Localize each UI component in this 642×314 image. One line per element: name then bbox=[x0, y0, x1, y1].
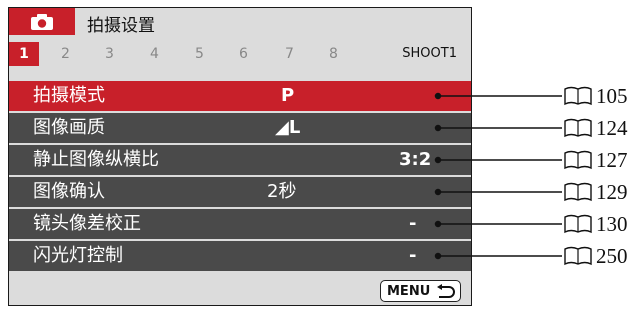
callout-dot bbox=[434, 188, 442, 196]
book-icon bbox=[564, 118, 592, 138]
page-ref-number: 129 bbox=[596, 179, 628, 204]
book-icon bbox=[564, 214, 592, 234]
page-ref-number: 124 bbox=[596, 115, 628, 140]
book-icon bbox=[564, 246, 592, 266]
callout-dot bbox=[434, 252, 442, 260]
callout-lines bbox=[434, 92, 562, 260]
page-ref-129[interactable]: 129 bbox=[563, 179, 628, 204]
book-icon bbox=[564, 182, 592, 202]
page-ref-105[interactable]: 105 bbox=[563, 83, 628, 108]
callout-dot bbox=[434, 124, 442, 132]
page-ref-127[interactable]: 127 bbox=[563, 147, 628, 172]
page-ref-250[interactable]: 250 bbox=[563, 243, 628, 268]
callout-dot bbox=[434, 220, 442, 228]
callout-dot bbox=[434, 156, 442, 164]
page-ref-number: 127 bbox=[596, 147, 628, 172]
page-ref-130[interactable]: 130 bbox=[563, 211, 628, 236]
page-ref-number: 250 bbox=[596, 243, 628, 268]
book-icon bbox=[564, 150, 592, 170]
page-ref-number: 105 bbox=[596, 83, 628, 108]
book-icon bbox=[564, 86, 592, 106]
page-ref-number: 130 bbox=[596, 211, 628, 236]
page-ref-124[interactable]: 124 bbox=[563, 115, 628, 140]
callout-dot bbox=[434, 92, 442, 100]
